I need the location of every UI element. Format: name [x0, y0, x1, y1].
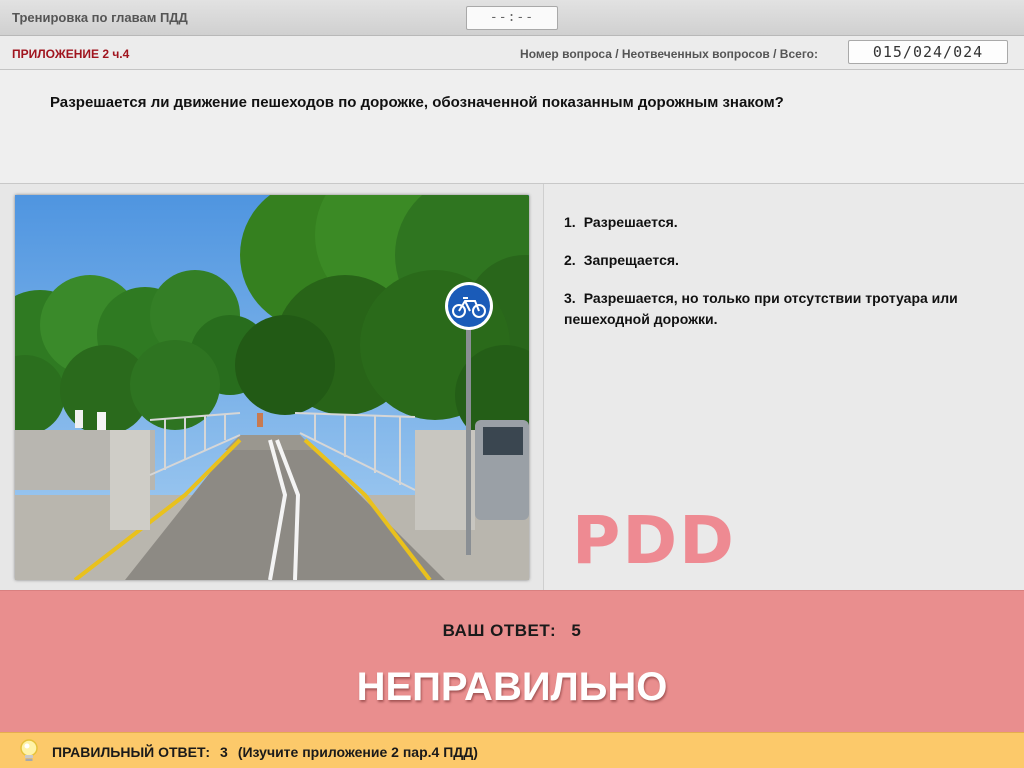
question-counter-label: Номер вопроса / Неотвеченных вопросов / … [520, 47, 818, 61]
result-panel: ВАШ ОТВЕТ: 5 НЕПРАВИЛЬНО [0, 590, 1024, 732]
question-counter: 015/024/024 [848, 40, 1008, 64]
correct-answer-label: ПРАВИЛЬНЫЙ ОТВЕТ: [52, 744, 211, 760]
answer-number: 3. [564, 290, 576, 306]
question-panel: Разрешается ли движение пешеходов по дор… [0, 70, 1024, 184]
answers-panel: 1. Разрешается. 2. Запрещается. 3. Разрешае… [544, 184, 1024, 656]
answer-number: 1. [564, 214, 576, 230]
your-answer-value: 5 [571, 621, 582, 640]
correct-answer-hint: (Изучите приложение 2 пар.4 ПДД) [237, 744, 478, 760]
answer-option-1[interactable]: 1. Разрешается. [564, 212, 1004, 233]
answer-option-3[interactable]: 3. Разрешается, но только при отсутствии … [564, 288, 1004, 330]
section-label: ПРИЛОЖЕНИЕ 2 ч.4 [12, 47, 130, 61]
lightbulb-icon [18, 738, 40, 764]
answer-text: Разрешается. [583, 214, 678, 230]
question-image [0, 155, 585, 582]
question-text: Разрешается ли движение пешеходов по дор… [50, 94, 784, 111]
your-answer: ВАШ ОТВЕТ: 5 [0, 621, 1024, 641]
sub-header: ПРИЛОЖЕНИЕ 2 ч.4 Номер вопроса / Неотвеч… [0, 36, 1024, 70]
verdict-text: НЕПРАВИЛЬНО [356, 665, 668, 709]
answer-text: Разрешается, но только при отсутствии тр… [564, 290, 958, 327]
bicycle-sign-icon [445, 282, 493, 330]
hint-bar: ПРАВИЛЬНЫЙ ОТВЕТ: 3 (Изучите приложение 2 … [0, 732, 1024, 768]
your-answer-label: ВАШ ОТВЕТ: [442, 621, 557, 640]
answer-number: 2. [564, 252, 576, 268]
app-title: Тренировка по главам ПДД [12, 10, 188, 25]
answer-option-2[interactable]: 2. Запрещается. [564, 250, 1004, 271]
answer-text: Запрещается. [583, 252, 679, 268]
top-bar: Тренировка по главам ПДД --:-- [0, 0, 1024, 36]
timer-display: --:-- [466, 6, 558, 30]
correct-answer: ПРАВИЛЬНЫЙ ОТВЕТ: 3 (Изучите приложение 2 … [52, 744, 488, 760]
image-panel [0, 155, 585, 590]
correct-answer-value: 3 [220, 744, 228, 760]
